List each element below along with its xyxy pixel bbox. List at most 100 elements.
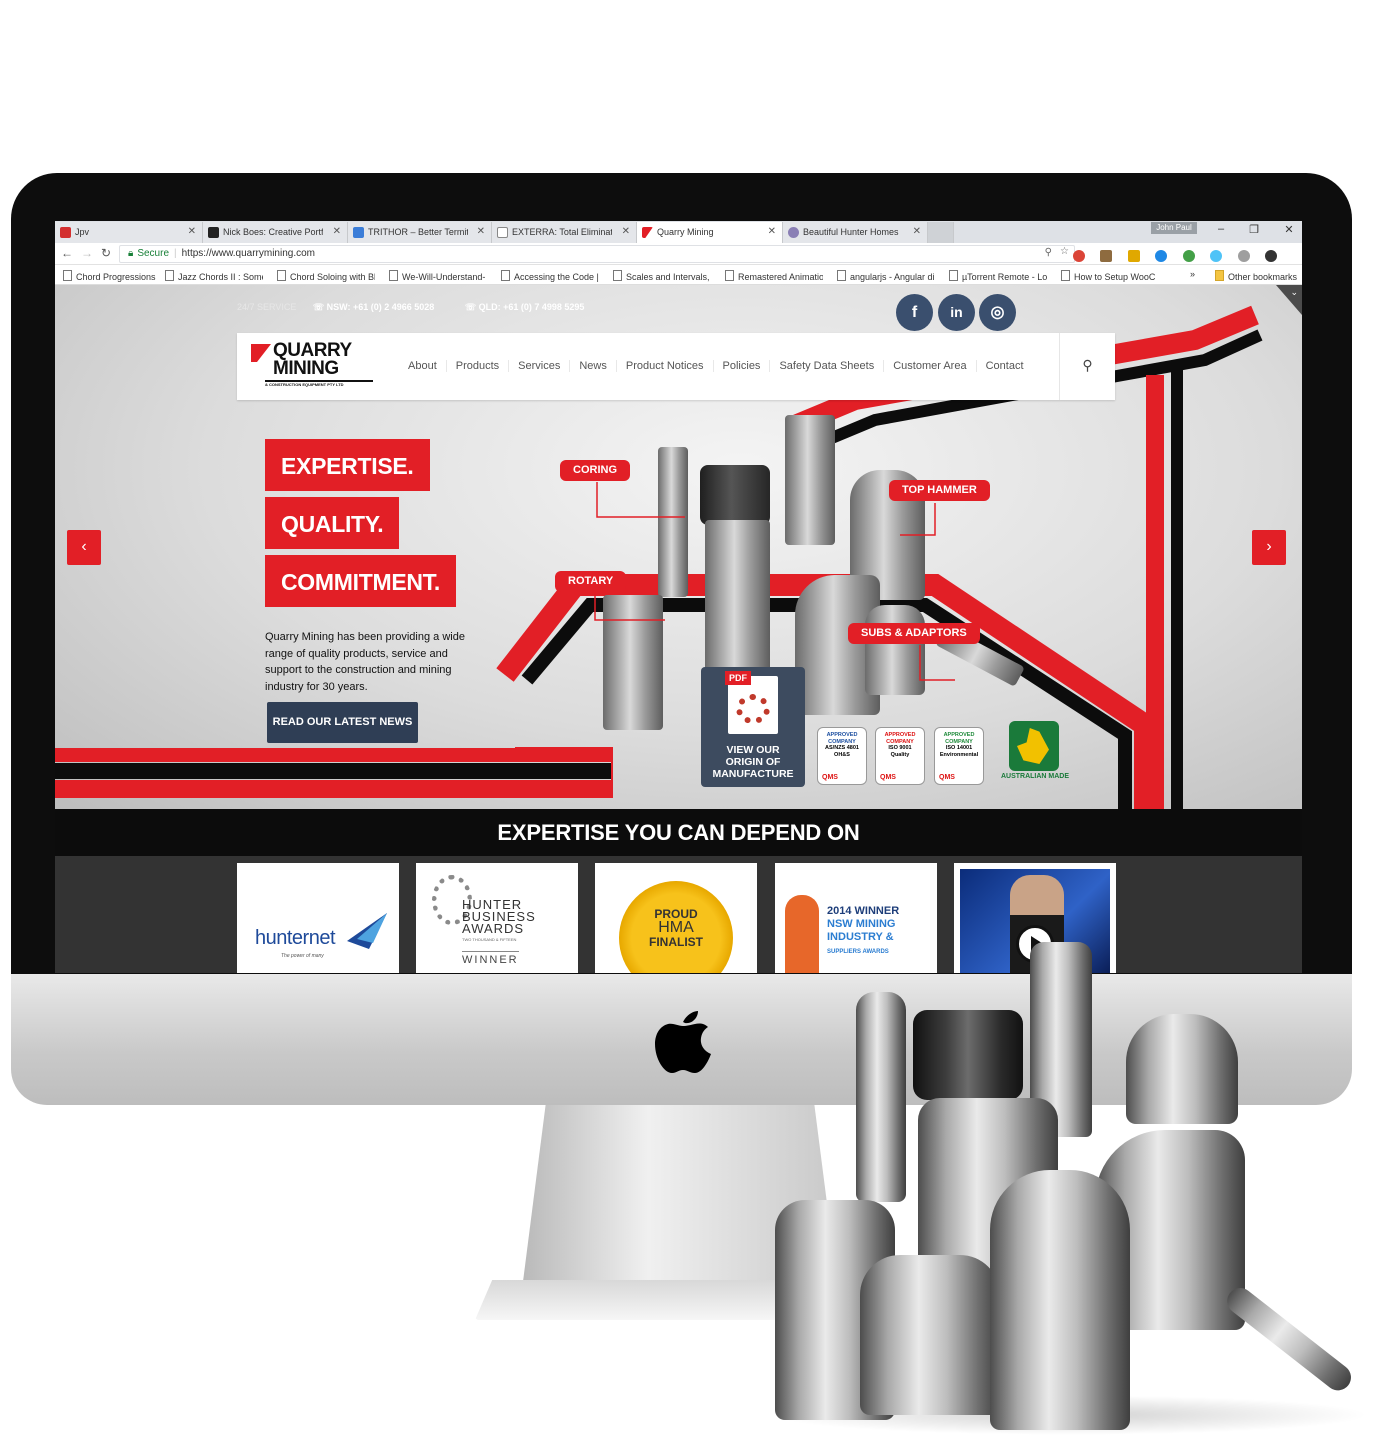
awards-year: TWO THOUSAND & FIFTEEN xyxy=(462,937,517,942)
coring-bit-product xyxy=(856,992,906,1202)
hunternet-wordmark: hunternet xyxy=(255,927,336,949)
url-text: https://www.quarrymining.com xyxy=(181,248,316,259)
browser-window: Jpv ✕ Nick Boes: Creative Portf ✕ TRITHO… xyxy=(55,221,1302,973)
hma-line3: FINALIST xyxy=(649,935,703,949)
qms-mark: QMS xyxy=(939,773,955,781)
secure-label: Secure xyxy=(137,248,170,259)
tab-label: Jpv xyxy=(75,227,90,237)
mining-line3: INDUSTRY & xyxy=(827,931,894,943)
badge-asnzs-4801: APPROVED COMPANY AS/NZS 4801 OH&S QMS xyxy=(817,727,867,785)
bookmark-item[interactable]: µTorrent Remote - Lo xyxy=(949,270,1047,282)
tab-quarry-mining[interactable]: Quarry Mining ✕ xyxy=(637,222,783,243)
quarry-mining-icon xyxy=(642,227,653,238)
star-icon[interactable]: ☆ xyxy=(1060,246,1069,257)
tab-jpv[interactable]: Jpv ✕ xyxy=(55,222,203,243)
bookmark-item[interactable]: Accessing the Code | xyxy=(501,270,599,282)
key-icon[interactable]: ⚲ xyxy=(1045,247,1052,258)
page-icon xyxy=(497,227,508,238)
badge-iso-14001: APPROVED COMPANY ISO 14001 Environmental… xyxy=(934,727,984,785)
close-icon[interactable]: ✕ xyxy=(333,226,341,237)
aus-made-label: AUSTRALIAN MADE xyxy=(1000,773,1070,780)
bookmark-item[interactable]: Remastered Animatio xyxy=(725,270,823,282)
tab-strip: Jpv ✕ Nick Boes: Creative Portf ✕ TRITHO… xyxy=(55,221,1302,243)
callout-rotary[interactable]: ROTARY xyxy=(555,571,627,592)
website: 24/7 SERVICE ☏ NSW: +61 (0) 2 4966 5028 … xyxy=(55,285,1302,973)
close-icon[interactable]: ✕ xyxy=(622,226,630,237)
coring-barrel-product xyxy=(913,1010,1023,1100)
callout-subs-adaptors[interactable]: SUBS & ADAPTORS xyxy=(848,623,980,644)
hunternet-tagline: The power of many xyxy=(281,953,324,959)
browser-toolbar: ← → ↻ 🔒︎ Secure | https://www.quarrymining.… xyxy=(55,243,1302,281)
address-bar[interactable]: 🔒︎ Secure | https://www.quarrymining.com ⚲ … xyxy=(119,245,1075,263)
bookmark-item[interactable]: How to Setup WooCo xyxy=(1061,270,1155,282)
awards-winner: WINNER xyxy=(462,951,519,966)
tab-nick-boes[interactable]: Nick Boes: Creative Portf ✕ xyxy=(203,222,348,243)
card-hma-finalist[interactable]: PROUD HMA FINALIST xyxy=(595,863,757,973)
close-icon[interactable]: ✕ xyxy=(768,226,776,237)
ninja-icon[interactable] xyxy=(1265,249,1278,262)
mining-line1: 2014 WINNER xyxy=(827,905,900,917)
callout-coring[interactable]: CORING xyxy=(560,460,630,481)
android-icon[interactable] xyxy=(1182,249,1195,262)
close-icon[interactable]: ✕ xyxy=(913,226,921,237)
qms-mark: QMS xyxy=(822,773,838,781)
bookmark-item[interactable]: angularjs - Angular di xyxy=(837,270,935,282)
css-icon[interactable] xyxy=(1127,249,1140,262)
hunter-awards-title: HUNTER BUSINESS AWARDS xyxy=(462,898,536,936)
card-nsw-mining-award[interactable]: 2014 WINNER NSW MINING INDUSTRY & SUPPLI… xyxy=(775,863,937,973)
pdf-artwork xyxy=(736,694,770,724)
bookmark-item[interactable]: We-Will-Understand- xyxy=(389,270,487,282)
bookmark-item[interactable]: Scales and Intervals, P xyxy=(613,270,711,282)
hma-text: PROUD HMA FINALIST xyxy=(601,907,751,949)
hex-ext-icon[interactable] xyxy=(1155,249,1168,262)
trithor-icon xyxy=(353,227,364,238)
section-heading: EXPERTISE YOU CAN DEPEND ON xyxy=(55,809,1302,856)
globe-icon xyxy=(788,227,799,238)
hero-slider: 24/7 SERVICE ☏ NSW: +61 (0) 2 4966 5028 … xyxy=(55,285,1302,809)
origin-of-manufacture-button[interactable]: PDF VIEW OUR ORIGIN OF MANUFACTURE xyxy=(701,667,805,787)
hma-line2: HMA xyxy=(658,919,694,936)
close-window-icon[interactable]: ✕ xyxy=(1279,223,1299,236)
bookmark-item[interactable]: Chord Progressions xyxy=(63,270,161,282)
hunternet-arrow-icon xyxy=(347,913,387,949)
close-icon[interactable]: ✕ xyxy=(477,226,485,237)
eyedropper-icon[interactable] xyxy=(1100,249,1113,262)
forward-icon[interactable]: → xyxy=(81,246,93,260)
angular-icon xyxy=(60,227,71,238)
bookmark-item[interactable]: Chord Soloing with Bl xyxy=(277,270,375,282)
bookmarks-overflow[interactable]: » xyxy=(1190,269,1195,279)
tab-exterra[interactable]: EXTERRA: Total Eliminatio ✕ xyxy=(492,222,637,243)
awards-line: AWARDS xyxy=(462,921,525,936)
card-hunter-business-awards[interactable]: HUNTER BUSINESS AWARDS TWO THOUSAND & FI… xyxy=(416,863,578,973)
card-hunternet[interactable]: hunternet The power of many xyxy=(237,863,399,973)
reload-icon[interactable]: ↻ xyxy=(101,246,111,260)
back-icon[interactable]: ← xyxy=(61,246,73,260)
extensions-bar: ⋮ xyxy=(1073,247,1302,281)
socket-product xyxy=(860,1255,1000,1415)
minimize-icon[interactable]: – xyxy=(1211,223,1231,235)
lock-icon: 🔒︎ xyxy=(128,248,134,259)
callout-connectors xyxy=(594,482,955,681)
cloud-icon[interactable] xyxy=(1210,249,1223,262)
chrome-ext-icon[interactable] xyxy=(1073,249,1085,262)
tab-hunter-homes[interactable]: Beautiful Hunter Homes ✕ xyxy=(783,222,928,243)
profile-chip[interactable]: John Paul xyxy=(1151,222,1197,234)
awards-strip: hunternet The power of many HUNTER BUSIN… xyxy=(55,856,1302,973)
dropbox-icon[interactable] xyxy=(1237,249,1250,262)
tab-trithor[interactable]: TRITHOR – Better Termit ✕ xyxy=(348,222,492,243)
tab-label: Quarry Mining xyxy=(657,227,714,237)
bookmark-item[interactable]: Jazz Chords II : Some xyxy=(165,270,263,282)
close-icon[interactable]: ✕ xyxy=(188,226,196,237)
tab-label: Nick Boes: Creative Portf xyxy=(223,227,323,237)
callout-top-hammer[interactable]: TOP HAMMER xyxy=(889,480,990,501)
restore-icon[interactable]: ❐ xyxy=(1244,223,1264,236)
subs-adaptor-product xyxy=(990,1170,1130,1430)
origin-line3: MANUFACTURE xyxy=(712,768,794,780)
top-hammer-bit-product xyxy=(1126,1014,1238,1124)
imac-mockup: Jpv ✕ Nick Boes: Creative Portf ✕ TRITHO… xyxy=(0,0,1393,1440)
card-hunter-awards-inner: HUNTER BUSINESS AWARDS TWO THOUSAND & FI… xyxy=(422,869,572,973)
origin-line1: VIEW OUR xyxy=(726,744,780,756)
badge-iso-9001: APPROVED COMPANY ISO 9001 Quality QMS xyxy=(875,727,925,785)
other-bookmarks-folder[interactable]: Other bookmarks xyxy=(1215,270,1300,282)
new-tab-button[interactable] xyxy=(928,222,954,243)
